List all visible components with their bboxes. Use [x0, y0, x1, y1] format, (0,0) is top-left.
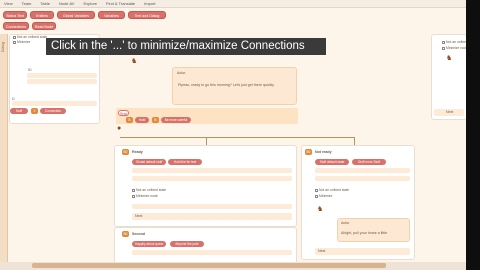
ready-footer[interactable] [132, 213, 292, 220]
second-pill-2[interactable]: Beyond the pole [170, 241, 204, 247]
menu-import[interactable]: Import [144, 1, 155, 6]
speech-bubble: Actor Pipeau, ready to go this morning? … [172, 67, 297, 105]
ready-node-panel[interactable]: B0 Ready Global default stuff Hold the t… [114, 145, 297, 227]
choice-badge-1: B [126, 117, 133, 123]
not-ready-pill-1[interactable]: Stuff default state [315, 159, 349, 165]
not-ready-avatar-icon: ♞ [317, 206, 324, 213]
global-variables-button[interactable]: Global Variables [57, 11, 95, 19]
ready-pill-2[interactable]: Hold the tin text [168, 159, 202, 165]
not-ready-pill-2[interactable]: Stuff more Stuff [352, 159, 386, 165]
menu-view[interactable]: View [4, 1, 13, 6]
text-dialog-button[interactable]: Text and Dialog [128, 11, 166, 19]
ready-field-1[interactable] [132, 168, 292, 173]
menu-team[interactable]: Team [22, 1, 32, 6]
right-avatar-icon: ♞ [446, 55, 453, 62]
sidebar-label: Dialog [1, 42, 5, 52]
ready-badge: B0 [122, 149, 129, 155]
second-field-1[interactable] [132, 250, 292, 255]
right-node-panel[interactable]: Not an unfixed state Minimize node ♞ Nex… [431, 34, 476, 120]
menu-node[interactable]: Node AV [59, 1, 75, 6]
scrollbar-thumb[interactable] [32, 263, 386, 268]
node-badge-2: 2 [31, 108, 38, 114]
connection-dot-icon[interactable]: ● [117, 125, 121, 132]
ready-field-3[interactable] [132, 204, 292, 209]
second-pill-1[interactable]: Happily about quest [132, 241, 166, 247]
connection-line [120, 137, 355, 138]
editor-window: View Team Table Node AV Explore Find & T… [0, 0, 480, 270]
ready-minimize-checkbox[interactable]: Minimize node [132, 194, 158, 198]
ready-unfixed-checkbox[interactable]: Not an unfixed state [132, 188, 166, 192]
window-edge [466, 0, 480, 270]
menu-explore[interactable]: Explore [83, 1, 97, 6]
not-ready-badge: B0 [305, 149, 312, 155]
ready-pill-1[interactable]: Global default stuff [132, 159, 166, 165]
tutorial-tip-banner: Click in the '...' to minimize/maximize … [46, 38, 326, 55]
field-label: ID [28, 68, 32, 72]
menu-find[interactable]: Find & Translate [106, 1, 135, 6]
ready-footer-label: Next [135, 214, 143, 218]
choice-read[interactable]: Read [118, 110, 129, 116]
read-node-button[interactable]: Read Node [32, 22, 56, 30]
not-ready-field-1[interactable] [315, 168, 410, 173]
right-footer-label: Next [446, 110, 454, 114]
connections-button[interactable]: Connections [3, 22, 29, 30]
not-ready-speech-header: Actor [341, 221, 350, 225]
id-field[interactable] [27, 73, 97, 78]
not-ready-title: Not ready [315, 150, 332, 154]
not-ready-footer-label: Next [318, 249, 326, 253]
ready-field-2[interactable] [132, 176, 292, 181]
second-title: Second [132, 232, 145, 236]
choice-careful[interactable]: Be more careful [161, 117, 191, 123]
minimize-checkbox[interactable]: Minimize [13, 40, 30, 44]
speech-header: Actor [177, 71, 186, 75]
sidebar-strip[interactable]: Dialog [0, 34, 8, 270]
not-ready-speech-bubble: Actor Alright, pull your horse a little [337, 218, 410, 242]
choice-hold[interactable]: Hold [135, 117, 149, 123]
entities-button[interactable]: Entities [30, 11, 54, 19]
connection-pill[interactable]: Connection [40, 108, 66, 114]
menu-table[interactable]: Table [40, 1, 50, 6]
choice-badge-2: B [152, 117, 159, 123]
stuff-pill[interactable]: Stuff [10, 108, 28, 114]
not-ready-minimize-checkbox[interactable]: Minimize [315, 194, 332, 198]
second-node-panel[interactable]: B0 Second Happily about quest Beyond the… [114, 227, 297, 267]
ready-title: Ready [132, 150, 143, 154]
second-badge: B0 [122, 231, 129, 237]
not-ready-field-2[interactable] [315, 176, 410, 181]
node-field[interactable] [12, 101, 97, 106]
character-avatar-icon: ♞ [131, 58, 138, 65]
variables-button[interactable]: Variables [98, 11, 125, 19]
not-ready-speech-text: Alright, pull your horse a little [341, 231, 388, 235]
right-minimize-checkbox[interactable]: Minimize node [442, 46, 468, 50]
id-field-2[interactable] [27, 79, 97, 84]
menu-bar: View Team Table Node AV Explore Find & T… [0, 0, 480, 8]
not-ready-footer[interactable] [315, 248, 410, 255]
unfixed-state-checkbox[interactable]: Not an unfixed state [13, 35, 47, 39]
speech-text: Pipeau, ready to go this morning? Let's … [178, 83, 274, 87]
status-text-button[interactable]: Status Text [3, 11, 27, 19]
not-ready-node-panel[interactable]: B0 Not ready Stuff default state Stuff m… [301, 145, 415, 260]
not-ready-unfixed-checkbox[interactable]: Not an unfixed state [315, 188, 349, 192]
toolbar: Status Text Entities Global Variables Va… [0, 9, 480, 33]
